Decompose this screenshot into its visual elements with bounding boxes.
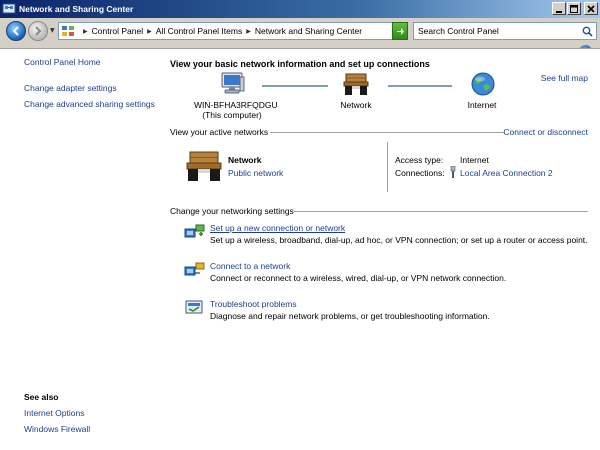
this-computer-node: WIN-BFHA3RFQDGU (This computer) <box>194 100 278 120</box>
section-divider <box>270 132 504 133</box>
internet-node-label: Internet <box>467 100 497 110</box>
network-node: Network <box>336 100 376 110</box>
back-button[interactable] <box>6 21 26 41</box>
connections-label: Connections: <box>395 168 445 178</box>
set-up-connection-description: Set up a wireless, broadband, dial-up, a… <box>210 235 588 245</box>
new-connection-icon <box>184 224 205 238</box>
connect-to-network-link[interactable]: Connect to a network <box>210 261 290 271</box>
networking-settings-heading: Change your networking settings <box>170 206 294 216</box>
set-up-connection-link[interactable]: Set up a new connection or network <box>210 223 345 233</box>
map-connection-line <box>388 85 452 87</box>
navigation-bar: ▼ ▶ Control Panel ▶ All Control Panel It… <box>0 18 600 44</box>
refresh-icon <box>397 28 404 35</box>
minimize-button[interactable] <box>552 2 566 15</box>
connect-network-icon <box>184 262 205 276</box>
internet-globe-icon[interactable] <box>470 71 496 97</box>
window-title: Network and Sharing Center <box>19 4 134 14</box>
search-icon[interactable] <box>582 26 593 37</box>
task-troubleshoot: Troubleshoot problems Diagnose and repai… <box>184 299 594 323</box>
troubleshoot-problems-link[interactable]: Troubleshoot problems <box>210 299 297 309</box>
sidebar-link-control-panel-home[interactable]: Control Panel Home <box>24 57 101 67</box>
connect-or-disconnect-link[interactable]: Connect or disconnect <box>503 127 588 137</box>
address-bar[interactable]: ▶ Control Panel ▶ All Control Panel Item… <box>58 22 408 40</box>
access-type-label: Access type: <box>395 155 444 165</box>
sidebar-link-change-adapter[interactable]: Change adapter settings <box>24 83 117 93</box>
vertical-divider <box>387 142 388 192</box>
task-connect-to-network: Connect to a network Connect or reconnec… <box>184 261 594 285</box>
active-networks-heading: View your active networks <box>170 127 269 137</box>
chevron-right-icon[interactable]: ▶ <box>246 28 251 35</box>
forward-arrow-icon <box>35 26 42 36</box>
ethernet-cable-icon <box>450 166 456 178</box>
computer-name: WIN-BFHA3RFQDGU <box>194 100 278 110</box>
breadcrumb-network-sharing[interactable]: Network and Sharing Center <box>255 26 362 36</box>
search-box[interactable] <box>413 22 597 40</box>
troubleshoot-problems-description: Diagnose and repair network problems, or… <box>210 311 490 321</box>
sidebar-link-advanced-sharing[interactable]: Change advanced sharing settings <box>24 99 155 109</box>
public-network-link[interactable]: Public network <box>228 168 283 178</box>
content-area: Control Panel Home Change adapter settin… <box>0 48 600 450</box>
recent-pages-dropdown-icon[interactable]: ▼ <box>50 27 55 34</box>
network-app-icon <box>2 3 16 14</box>
control-panel-icon <box>62 26 74 36</box>
task-set-up-connection: Set up a new connection or network Set u… <box>184 223 594 247</box>
see-also-heading: See also <box>24 392 59 402</box>
forward-button[interactable] <box>28 21 48 41</box>
maximize-button[interactable] <box>567 2 581 15</box>
internet-node: Internet <box>462 100 502 110</box>
main-panel: View your basic network information and … <box>170 49 600 450</box>
minimize-icon <box>556 10 562 13</box>
computer-caption: (This computer) <box>202 110 262 120</box>
access-type-value: Internet <box>460 155 489 165</box>
network-bench-icon[interactable] <box>342 71 370 97</box>
active-network-name: Network <box>228 155 262 165</box>
sidebar-link-windows-firewall[interactable]: Windows Firewall <box>24 424 90 434</box>
map-connection-line <box>262 85 328 87</box>
refresh-button[interactable] <box>392 22 408 40</box>
page-heading: View your basic network information and … <box>170 59 430 69</box>
public-network-bench-icon[interactable] <box>184 149 224 183</box>
sidebar: Control Panel Home Change adapter settin… <box>0 49 160 450</box>
breadcrumb-all-items[interactable]: All Control Panel Items <box>156 26 242 36</box>
local-area-connection-link[interactable]: Local Area Connection 2 <box>460 168 553 178</box>
network-node-label: Network <box>340 100 372 110</box>
sidebar-link-internet-options[interactable]: Internet Options <box>24 408 84 418</box>
back-arrow-icon <box>12 26 19 36</box>
close-icon <box>587 4 595 13</box>
window-controls <box>552 2 598 15</box>
section-divider <box>294 211 588 212</box>
chevron-right-icon[interactable]: ▶ <box>83 28 88 35</box>
computer-icon[interactable] <box>218 71 246 97</box>
title-bar[interactable]: Network and Sharing Center <box>0 0 600 18</box>
search-input[interactable] <box>414 26 574 36</box>
close-button[interactable] <box>584 2 598 15</box>
chevron-right-icon[interactable]: ▶ <box>147 28 152 35</box>
see-full-map-link[interactable]: See full map <box>541 73 588 83</box>
troubleshoot-icon <box>185 300 203 314</box>
maximize-icon <box>570 4 578 13</box>
breadcrumb-control-panel[interactable]: Control Panel <box>92 26 144 36</box>
connect-to-network-description: Connect or reconnect to a wireless, wire… <box>210 273 507 283</box>
